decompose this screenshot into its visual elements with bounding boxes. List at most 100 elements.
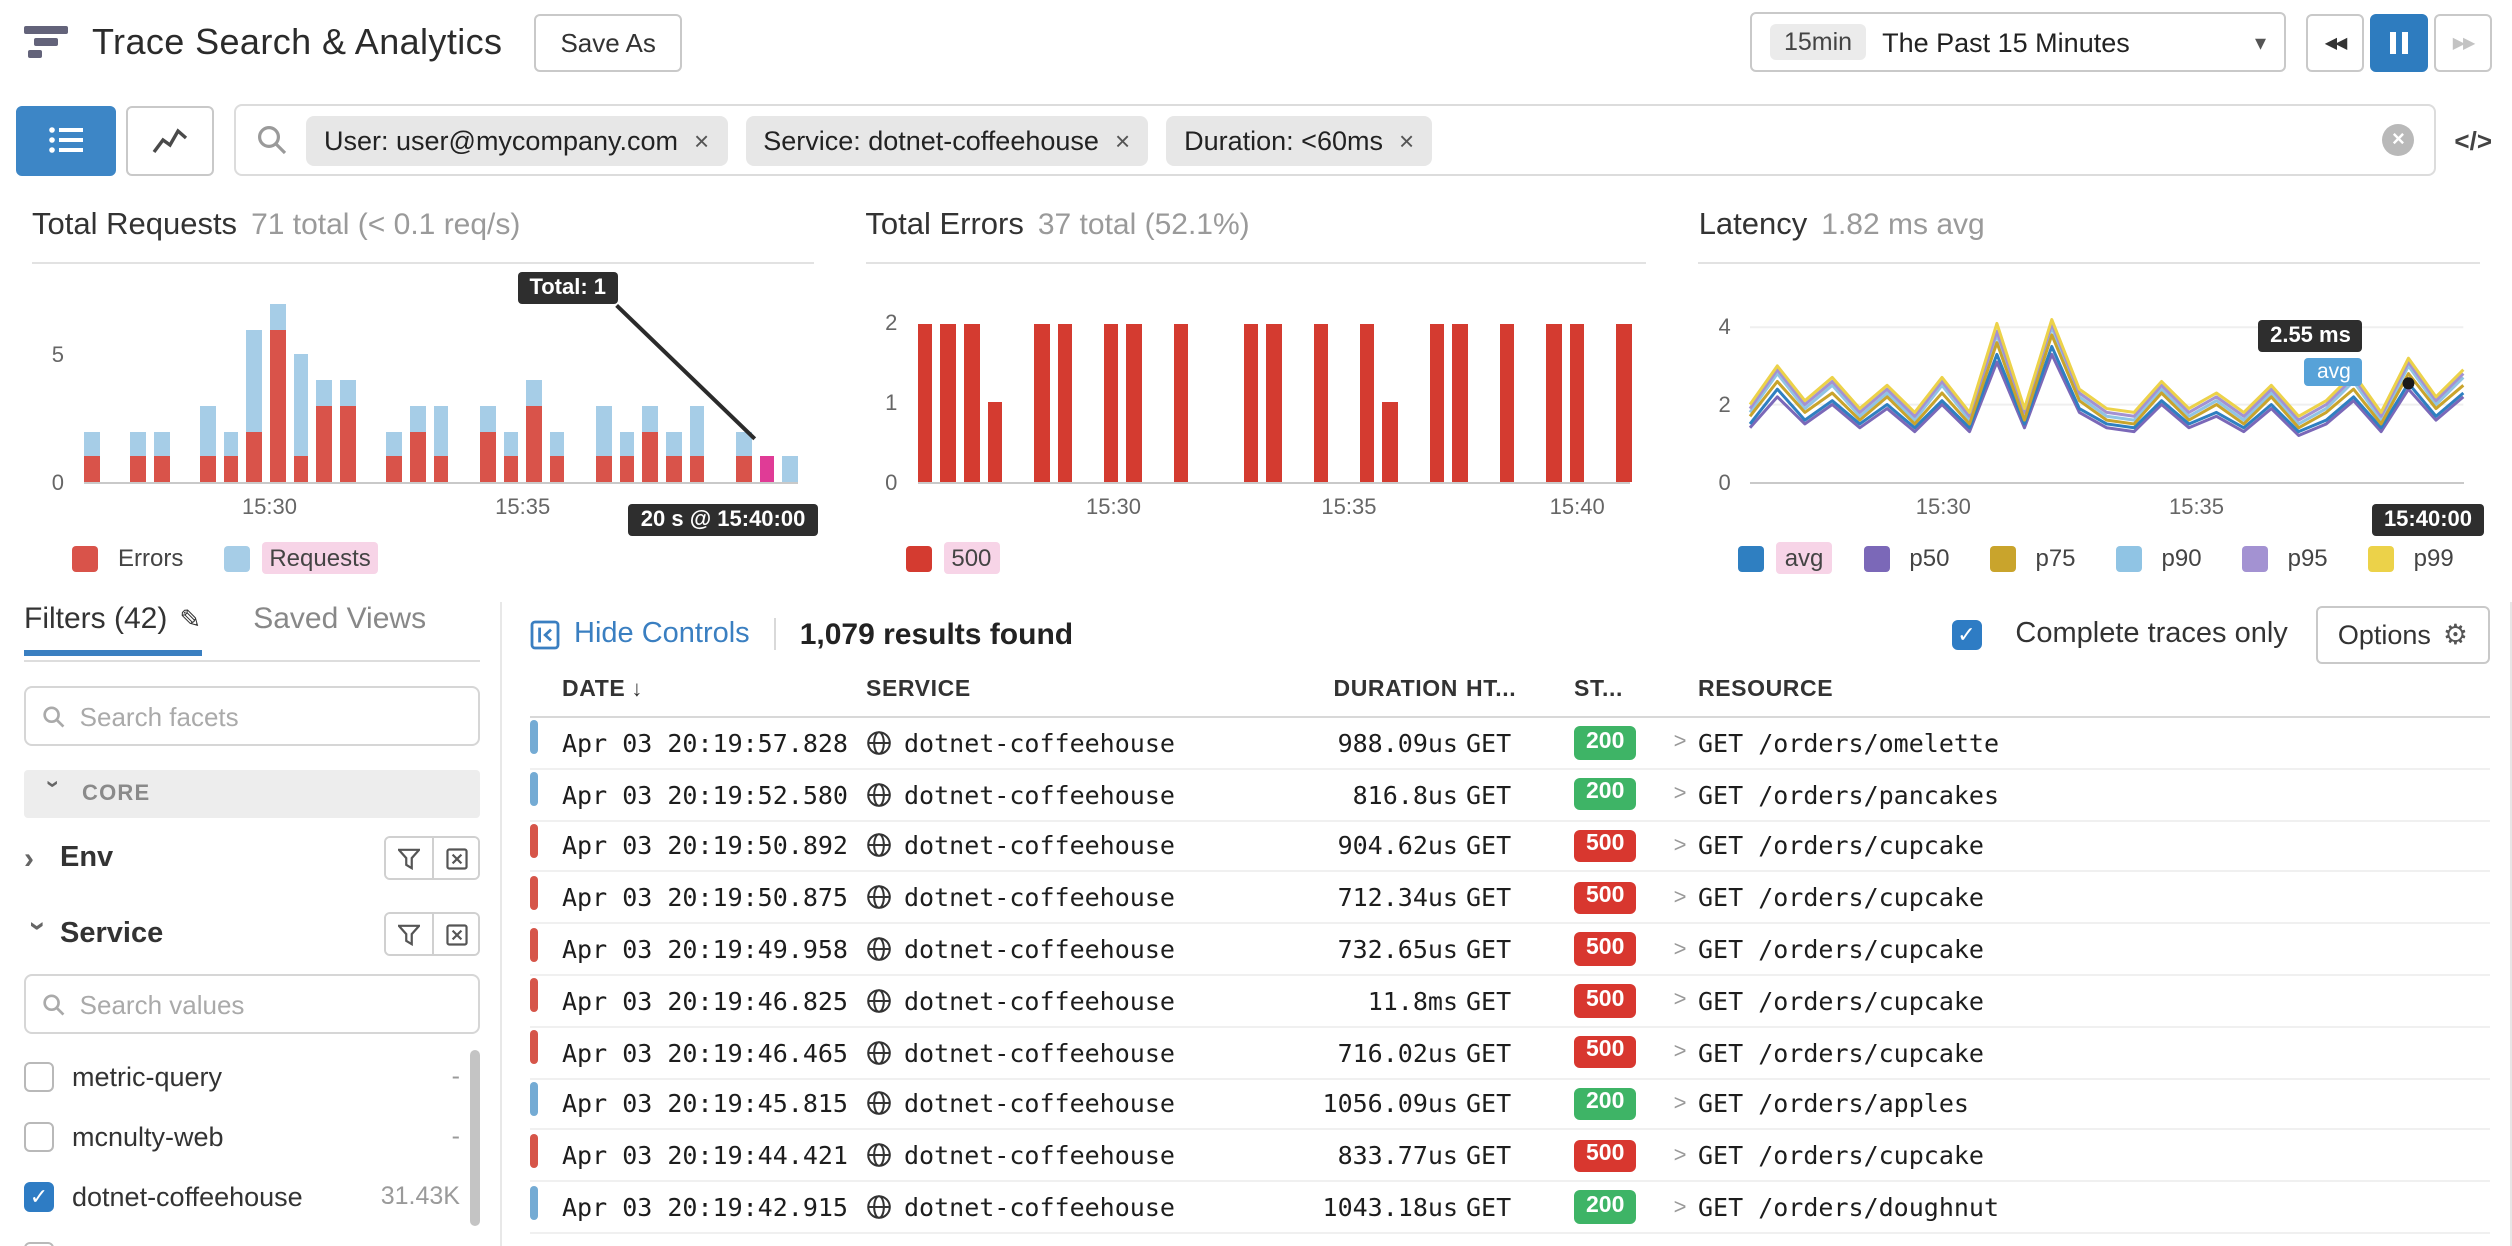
column-service[interactable]: SERVICE bbox=[866, 678, 1258, 702]
bar bbox=[317, 304, 332, 482]
legend-item[interactable]: p95 bbox=[2242, 542, 2336, 574]
legend-item[interactable]: p99 bbox=[2368, 542, 2462, 574]
tab-saved-views[interactable]: Saved Views bbox=[253, 602, 426, 654]
gear-icon: ⚙ bbox=[2443, 617, 2468, 651]
save-as-button[interactable]: Save As bbox=[534, 13, 681, 71]
search-filter-pill[interactable]: Service: dotnet-coffeehouse × bbox=[745, 115, 1148, 165]
checkbox[interactable] bbox=[24, 1121, 54, 1151]
table-row[interactable]: Apr 03 20:19:52.580 dotnet-coffeehouse 8… bbox=[530, 770, 2490, 822]
bar bbox=[689, 304, 704, 482]
legend-label: Errors bbox=[110, 542, 191, 574]
legend-item[interactable]: avg bbox=[1739, 542, 1832, 574]
table-row[interactable]: Apr 03 20:19:49.958 dotnet-coffeehouse 7… bbox=[530, 924, 2490, 976]
y-axis: 024 bbox=[1699, 304, 1743, 484]
hide-controls-button[interactable]: Hide Controls bbox=[530, 618, 750, 650]
search-filter-pill[interactable]: Duration: <60ms × bbox=[1166, 115, 1432, 165]
facet-service[interactable]: › Service bbox=[24, 898, 480, 970]
time-range-picker[interactable]: 15min The Past 15 Minutes ▾ bbox=[1750, 12, 2286, 72]
facet-label: Service bbox=[60, 918, 163, 950]
code-view-icon[interactable]: </> bbox=[2454, 125, 2492, 155]
chart-subtitle: 1.82 ms avg bbox=[1821, 208, 1984, 242]
service-filter-item[interactable]: nicky - bbox=[24, 1226, 480, 1246]
search-facets-input[interactable] bbox=[80, 701, 462, 731]
table-row[interactable]: Apr 03 20:19:50.892 dotnet-coffeehouse 9… bbox=[530, 821, 2490, 873]
filter-funnel-icon[interactable] bbox=[386, 914, 432, 954]
bar bbox=[759, 304, 774, 482]
column-date[interactable]: DATE↓ bbox=[562, 678, 866, 702]
legend-item[interactable]: Errors bbox=[72, 542, 191, 574]
errors-chart[interactable]: 012 15:3015:3515:40 bbox=[865, 272, 1646, 536]
remove-filter-icon[interactable]: × bbox=[694, 125, 709, 155]
trace-resource: GET /orders/cupcake bbox=[1698, 1141, 2490, 1171]
filter-funnel-icon[interactable] bbox=[386, 838, 432, 878]
table-row[interactable]: Apr 03 20:19:46.465 dotnet-coffeehouse 7… bbox=[530, 1028, 2490, 1080]
bar bbox=[200, 304, 215, 482]
trace-search-input-area[interactable]: User: user@mycompany.com × Service: dotn… bbox=[234, 104, 2436, 176]
column-status[interactable]: ST... bbox=[1574, 678, 1662, 702]
tab-filters[interactable]: Filters (42) ✎ bbox=[24, 602, 201, 654]
hide-controls-label: Hide Controls bbox=[574, 618, 750, 650]
exclude-x-square-icon[interactable] bbox=[432, 914, 478, 954]
service-filter-item[interactable]: metric-query - bbox=[24, 1046, 480, 1106]
options-button[interactable]: Options ⚙ bbox=[2316, 605, 2490, 663]
complete-traces-checkbox[interactable]: ✓ Complete traces only bbox=[1951, 618, 2287, 650]
column-resource[interactable]: RESOURCE bbox=[1698, 678, 2490, 702]
column-duration[interactable]: DURATION bbox=[1258, 678, 1466, 702]
list-view-toggle[interactable] bbox=[16, 105, 116, 175]
legend-swatch bbox=[1863, 545, 1889, 571]
status-color-bar bbox=[530, 979, 538, 1013]
facet-env[interactable]: › Env bbox=[24, 818, 480, 898]
table-row[interactable]: Apr 03 20:19:42.915 dotnet-coffeehouse 1… bbox=[530, 1182, 2490, 1234]
table-row[interactable]: Apr 03 20:19:45.815 dotnet-coffeehouse 1… bbox=[530, 1079, 2490, 1131]
exclude-x-square-icon[interactable] bbox=[432, 838, 478, 878]
requests-chart[interactable]: 05 15:3015:35 Total: 1 20 s @ 15:40:00 bbox=[32, 272, 813, 536]
legend-item[interactable]: Requests bbox=[223, 542, 378, 574]
bar bbox=[1034, 304, 1049, 482]
edit-filters-icon[interactable]: ✎ bbox=[179, 603, 201, 635]
trace-resource: GET /orders/cupcake bbox=[1698, 986, 2490, 1016]
legend-item[interactable]: 500 bbox=[905, 542, 999, 574]
table-row[interactable]: Apr 03 20:19:50.875 dotnet-coffeehouse 7… bbox=[530, 873, 2490, 925]
legend-item[interactable]: p90 bbox=[2116, 542, 2210, 574]
remove-filter-icon[interactable]: × bbox=[1115, 125, 1130, 155]
table-row[interactable]: Apr 03 20:19:44.421 dotnet-coffeehouse 8… bbox=[530, 1131, 2490, 1183]
status-badge: 500 bbox=[1574, 933, 1636, 966]
fast-forward-button[interactable]: ▶▶ bbox=[2434, 13, 2492, 71]
legend-item[interactable]: p75 bbox=[1989, 542, 2083, 574]
table-row[interactable]: Apr 03 20:19:46.825 dotnet-coffeehouse 1… bbox=[530, 976, 2490, 1028]
timeseries-view-toggle[interactable] bbox=[126, 105, 214, 175]
service-count: - bbox=[452, 1242, 480, 1246]
bar bbox=[713, 304, 728, 482]
checkbox[interactable] bbox=[24, 1241, 54, 1246]
clear-search-icon[interactable]: × bbox=[2382, 124, 2414, 156]
checkbox[interactable]: ✓ bbox=[24, 1181, 54, 1211]
app-header: Trace Search & Analytics Save As 15min T… bbox=[0, 0, 2512, 84]
service-filter-item[interactable]: ✓ dotnet-coffeehouse 31.43K bbox=[24, 1166, 480, 1226]
chart-subtitle: 37 total (52.1%) bbox=[1038, 208, 1250, 242]
trace-resource: GET /orders/cupcake bbox=[1698, 1037, 2490, 1067]
checkbox[interactable] bbox=[24, 1061, 54, 1091]
chart-header: Total Errors 37 total (52.1%) bbox=[865, 208, 1646, 264]
column-http-method[interactable]: HT... bbox=[1466, 678, 1574, 702]
rewind-button[interactable]: ◀◀ bbox=[2306, 13, 2364, 71]
scrollbar-thumb[interactable] bbox=[470, 1050, 480, 1226]
service-name: dotnet-coffeehouse bbox=[904, 831, 1175, 861]
latency-chart[interactable]: 024 15:3015:35 2.55 ms avg 15:40:00 bbox=[1699, 272, 2480, 536]
core-section-header[interactable]: › CORE bbox=[24, 770, 480, 818]
plot-area bbox=[917, 304, 1630, 484]
bar bbox=[1546, 304, 1561, 482]
bar bbox=[1616, 304, 1631, 482]
service-filter-item[interactable]: mcnulty-web - bbox=[24, 1106, 480, 1166]
bar bbox=[1243, 304, 1258, 482]
bar bbox=[1313, 304, 1328, 482]
trace-date: Apr 03 20:19:50.892 bbox=[562, 831, 866, 861]
sort-desc-icon: ↓ bbox=[631, 678, 643, 702]
remove-filter-icon[interactable]: × bbox=[1399, 125, 1414, 155]
table-row[interactable]: Apr 03 20:19:57.828 dotnet-coffeehouse 9… bbox=[530, 718, 2490, 770]
legend-item[interactable]: p50 bbox=[1863, 542, 1957, 574]
caret-down-icon: ▾ bbox=[2255, 29, 2266, 55]
globe-icon bbox=[866, 730, 892, 756]
search-filter-pill[interactable]: User: user@mycompany.com × bbox=[306, 115, 727, 165]
search-values-input[interactable] bbox=[80, 989, 462, 1019]
pause-button[interactable] bbox=[2370, 13, 2428, 71]
